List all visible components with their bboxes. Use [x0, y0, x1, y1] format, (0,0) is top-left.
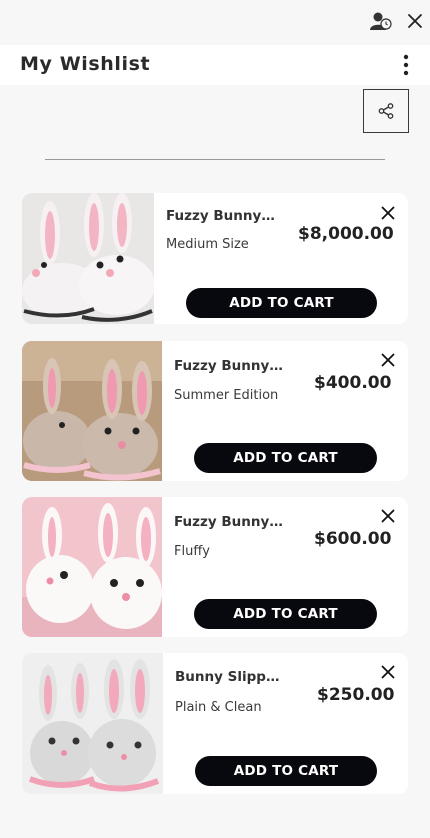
page-header: My Wishlist [0, 45, 430, 85]
item-price: $400.00 [314, 373, 392, 393]
close-icon[interactable] [406, 12, 424, 30]
wishlist-item: Fuzzy Bunny Sl... Medium Size $8,000.00 … [22, 193, 408, 324]
share-icon [378, 103, 394, 119]
close-icon[interactable] [381, 353, 395, 367]
wishlist-item: Fuzzy Bunny Sli... Fluffy $600.00 ADD TO… [22, 497, 408, 637]
divider [45, 159, 385, 160]
close-icon[interactable] [381, 206, 395, 220]
kebab-menu-icon[interactable] [396, 53, 416, 77]
close-icon[interactable] [381, 509, 395, 523]
add-to-cart-button[interactable]: ADD TO CART [194, 599, 377, 629]
item-variant: Plain & Clean [175, 700, 262, 715]
bunny-slippers-image[interactable] [22, 341, 162, 481]
bunny-slippers-image[interactable] [22, 497, 162, 637]
item-name[interactable]: Fuzzy Bunny Sli... [174, 514, 286, 530]
item-price: $600.00 [314, 529, 392, 549]
item-name[interactable]: Bunny Slippers [175, 669, 287, 685]
bunny-slippers-image[interactable] [22, 193, 154, 324]
wishlist-item: Fuzzy Bunny Sli... Summer Edition $400.0… [22, 341, 408, 481]
item-price: $250.00 [317, 685, 395, 705]
bunny-slippers-image[interactable] [22, 653, 163, 794]
item-price: $8,000.00 [298, 224, 394, 244]
item-variant: Medium Size [166, 237, 249, 252]
close-icon[interactable] [381, 665, 395, 679]
add-to-cart-button[interactable]: ADD TO CART [186, 288, 377, 318]
add-to-cart-button[interactable]: ADD TO CART [195, 756, 377, 786]
item-name[interactable]: Fuzzy Bunny Sli... [174, 358, 286, 374]
page-title: My Wishlist [20, 53, 151, 75]
item-name[interactable]: Fuzzy Bunny Sl... [166, 208, 278, 224]
item-variant: Fluffy [174, 544, 210, 559]
user-status-icon[interactable] [370, 11, 392, 31]
wishlist-item: Bunny Slippers Plain & Clean $250.00 ADD… [22, 653, 408, 794]
add-to-cart-button[interactable]: ADD TO CART [194, 443, 377, 473]
item-variant: Summer Edition [174, 388, 279, 403]
window-topbar [0, 0, 430, 44]
share-button[interactable] [363, 89, 409, 133]
